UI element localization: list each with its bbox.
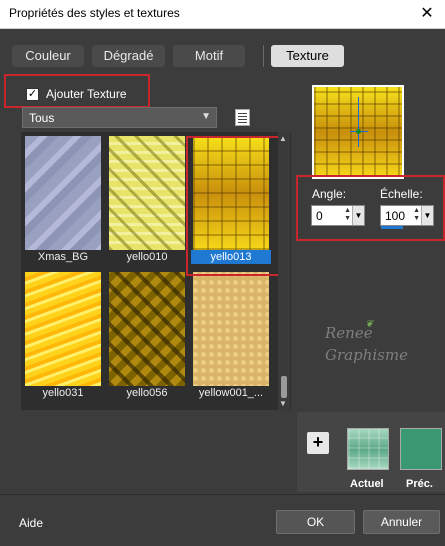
texture-name: yello056 (126, 387, 168, 399)
current-swatch-label: Actuel (350, 478, 384, 490)
angle-spinbox[interactable]: 0 ▲ ▼ ▼ (311, 205, 365, 226)
texture-thumbnail (109, 136, 185, 250)
add-texture-label[interactable]: Ajouter Texture (46, 87, 127, 101)
texture-name: yello010 (126, 251, 168, 263)
watermark-logo: ❦ Renee Graphisme (325, 319, 408, 366)
scale-spinbox[interactable]: 100 ▲ ▼ ▼ (380, 205, 434, 226)
texture-tile[interactable]: Xmas_BG (23, 136, 103, 264)
texture-thumbnail (193, 272, 269, 386)
chevron-down-icon: ▼ (201, 111, 211, 122)
texture-library-icon[interactable] (235, 109, 250, 126)
gallery-scrollbar[interactable]: ▲ ▼ (278, 132, 290, 410)
scroll-up-icon[interactable]: ▲ (279, 134, 287, 143)
window-title: Propriétés des styles et textures (9, 6, 180, 20)
texture-thumbnail (109, 272, 185, 386)
angle-value: 0 (316, 209, 323, 223)
cancel-button[interactable]: Annuler (363, 510, 440, 534)
texture-name: yello031 (42, 387, 84, 399)
category-value: Tous (29, 111, 55, 125)
chevron-down-icon[interactable]: ▼ (421, 206, 433, 225)
texture-tile[interactable]: yello010 (107, 136, 187, 264)
scale-value: 100 (385, 209, 406, 223)
spin-arrows-icon[interactable]: ▲ ▼ (413, 207, 420, 223)
texture-name: Xmas_BG (37, 251, 89, 263)
add-swatch-button[interactable]: + (307, 432, 329, 454)
chevron-down-icon[interactable]: ▼ (352, 206, 364, 225)
texture-thumbnail (25, 272, 101, 386)
texture-name: yellow001_... (198, 387, 264, 399)
spin-arrows-icon[interactable]: ▲ ▼ (344, 207, 351, 223)
ok-button[interactable]: OK (276, 510, 355, 534)
scale-slider-bar[interactable] (381, 226, 403, 229)
close-icon[interactable]: ✕ (417, 3, 437, 23)
angle-label: Angle: (312, 187, 347, 201)
watermark-line2: Graphisme (325, 346, 408, 364)
angle-indicator-line (358, 97, 359, 147)
tab-degrade[interactable]: Dégradé (92, 45, 165, 67)
texture-tile[interactable]: yello056 (107, 272, 187, 400)
leaf-icon: ❦ (365, 319, 374, 330)
texture-tile[interactable]: yellow001_... (191, 272, 271, 400)
previous-swatch[interactable] (400, 428, 442, 470)
scale-label: Échelle: (380, 187, 423, 201)
tab-couleur[interactable]: Couleur (12, 45, 84, 67)
title-bar: Propriétés des styles et textures ✕ (0, 0, 445, 29)
tab-motif[interactable]: Motif (173, 45, 245, 67)
texture-preview-image (314, 87, 402, 177)
texture-tile[interactable]: yello031 (23, 272, 103, 400)
help-link[interactable]: Aide (19, 516, 43, 530)
previous-swatch-label: Préc. (406, 478, 433, 490)
tab-separator (263, 45, 264, 67)
tab-texture[interactable]: Texture (271, 45, 344, 67)
texture-thumbnail (25, 136, 101, 250)
scrollbar-thumb[interactable] (281, 376, 287, 398)
current-swatch[interactable] (347, 428, 389, 470)
footer-divider (0, 494, 445, 495)
scroll-down-icon[interactable]: ▼ (279, 399, 287, 408)
add-texture-checkbox[interactable]: ✓ (26, 88, 39, 101)
category-dropdown[interactable]: Tous ▼ (22, 107, 217, 128)
highlight-box-selected-texture (186, 136, 282, 276)
texture-preview[interactable] (312, 85, 404, 179)
angle-handle[interactable] (356, 129, 361, 134)
